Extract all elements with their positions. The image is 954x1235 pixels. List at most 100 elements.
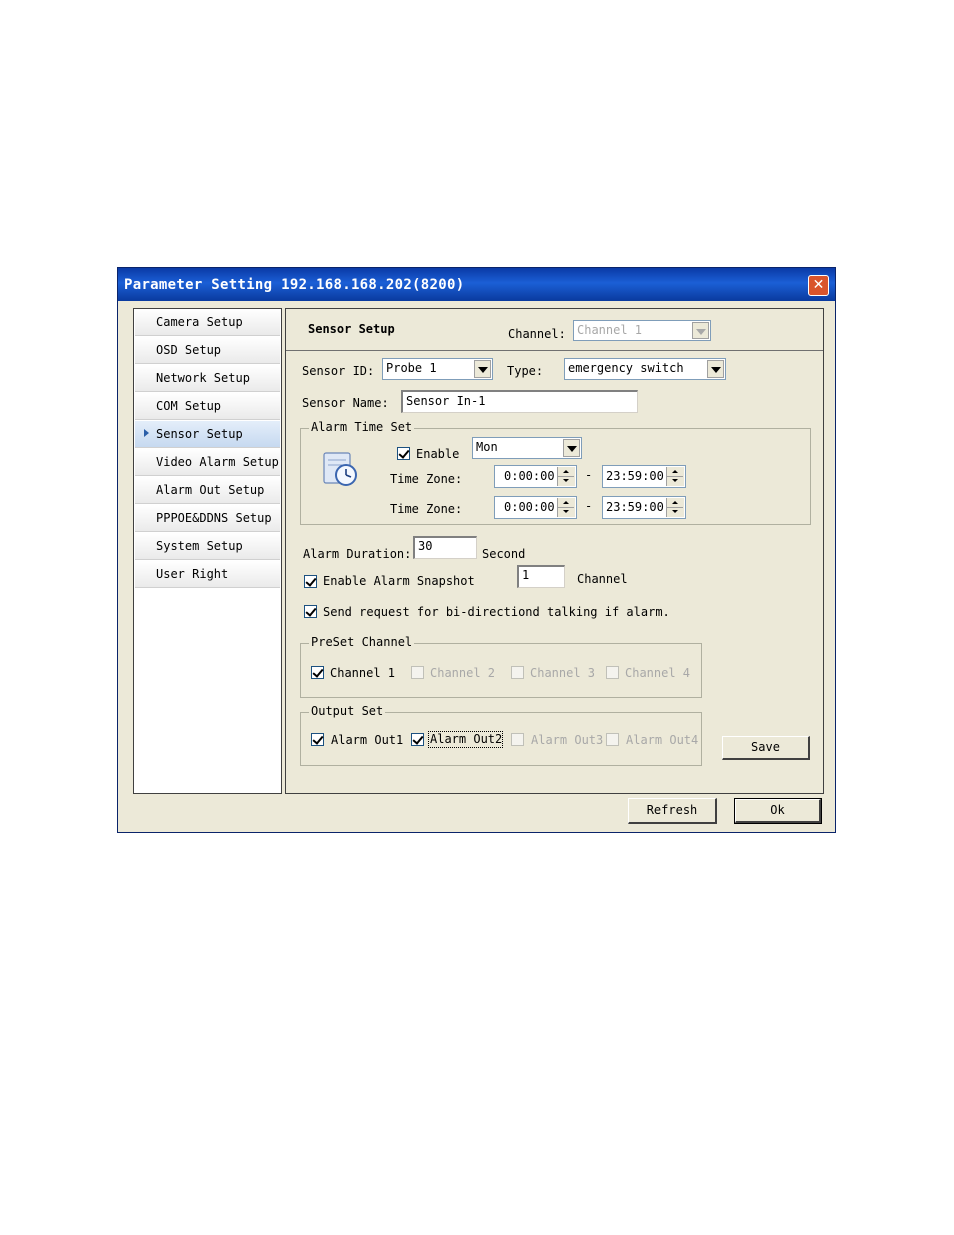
chevron-down-icon: [707, 360, 724, 378]
type-value: emergency switch: [568, 361, 684, 375]
spin-arrows-icon[interactable]: [557, 498, 575, 517]
title-bar[interactable]: Parameter Setting 192.168.168.202(8200) …: [118, 268, 835, 301]
type-label: Type:: [507, 364, 544, 378]
time-separator: -: [585, 499, 593, 513]
parameter-setting-window: Parameter Setting 192.168.168.202(8200) …: [117, 267, 836, 833]
preset-channel-3-label: Channel 3: [530, 666, 596, 680]
refresh-button[interactable]: Refresh: [628, 798, 717, 824]
sidebar-item-com-setup[interactable]: COM Setup: [135, 393, 280, 420]
sensor-id-select[interactable]: Probe 1: [382, 358, 493, 380]
checkmark-icon: [305, 575, 317, 587]
sidebar-item-network-setup[interactable]: Network Setup: [135, 365, 280, 392]
talk-request-label: Send request for bi-directiond talking i…: [323, 605, 670, 619]
sidebar-item-label: User Right: [156, 567, 229, 581]
output-set-group: Output Set Alarm Out1 Alarm Out2 Alarm O…: [300, 704, 702, 766]
sidebar-item-user-right[interactable]: User Right: [135, 561, 280, 588]
sensor-name-label: Sensor Name:: [302, 396, 389, 410]
sidebar-item-sensor-setup[interactable]: Sensor Setup: [135, 421, 280, 448]
channel-select-value: Channel 1: [577, 323, 643, 337]
spin-arrows-icon[interactable]: [557, 467, 575, 486]
spin-arrows-icon[interactable]: [666, 498, 684, 517]
zone2-start-value: 0:00:00: [504, 500, 555, 514]
zone1-start-time[interactable]: 0:00:00: [494, 465, 577, 488]
snapshot-channel-unit: Channel: [577, 572, 628, 586]
checkmark-icon: [305, 605, 317, 617]
alarm-out-2-checkbox[interactable]: [411, 733, 424, 746]
close-button[interactable]: ✕: [808, 275, 829, 296]
chevron-down-icon: [563, 439, 580, 457]
sidebar-item-label: System Setup: [156, 539, 243, 553]
alarm-time-set-group: Alarm Time Set Enable Mon Time Zone: 0:0…: [300, 420, 811, 525]
preset-channel-1-label: Channel 1: [330, 666, 396, 680]
sensor-setup-panel: Sensor Setup Channel: Channel 1 Sensor I…: [285, 308, 824, 794]
preset-channel-4-checkbox[interactable]: [606, 666, 619, 679]
window-title: Parameter Setting 192.168.168.202(8200): [124, 277, 465, 293]
type-select[interactable]: emergency switch: [564, 358, 726, 380]
sidebar-item-label: Video Alarm Setup: [156, 455, 279, 469]
alarm-out-1-label: Alarm Out1: [331, 733, 404, 747]
alarm-duration-unit: Second: [482, 547, 526, 561]
channel-select[interactable]: Channel 1: [573, 320, 711, 341]
alarm-out-3-label: Alarm Out3: [531, 733, 604, 747]
sidebar-item-label: COM Setup: [156, 399, 222, 413]
sidebar-item-video-alarm-setup[interactable]: Video Alarm Setup: [135, 449, 280, 476]
alarm-out-2-label: Alarm Out2: [430, 732, 503, 746]
preset-channel-2-checkbox[interactable]: [411, 666, 424, 679]
selected-arrow-icon: [144, 429, 149, 437]
snapshot-channel-field[interactable]: 1: [517, 565, 565, 588]
preset-channel-2-label: Channel 2: [430, 666, 496, 680]
enable-label: Enable: [416, 447, 460, 461]
talk-request-checkbox[interactable]: [304, 605, 317, 618]
sidebar-item-camera-setup[interactable]: Camera Setup: [135, 309, 280, 336]
chevron-down-icon: [692, 322, 709, 339]
zone2-end-time[interactable]: 23:59:00: [602, 496, 686, 519]
alarm-out-4-label: Alarm Out4: [626, 733, 699, 747]
sidebar-item-label: Camera Setup: [156, 315, 243, 329]
zone2-end-value: 23:59:00: [606, 500, 664, 514]
time-zone-2-label: Time Zone:: [390, 502, 463, 516]
zone1-end-value: 23:59:00: [606, 469, 664, 483]
alarm-out-3-checkbox[interactable]: [511, 733, 524, 746]
close-icon: ✕: [812, 277, 825, 293]
day-select[interactable]: Mon: [472, 437, 582, 459]
channel-label: Channel:: [508, 327, 566, 341]
sidebar-item-label: OSD Setup: [156, 343, 222, 357]
zone1-start-value: 0:00:00: [504, 469, 555, 483]
enable-checkbox[interactable]: [397, 447, 410, 460]
header-divider: [286, 350, 823, 351]
sidebar-item-pppoe-ddns-setup[interactable]: PPPOE&DDNS Setup: [135, 505, 280, 532]
snapshot-checkbox[interactable]: [304, 575, 317, 588]
schedule-clock-icon: [323, 452, 357, 486]
alarm-duration-field[interactable]: 30: [413, 536, 477, 559]
checkmark-icon: [412, 733, 424, 745]
sidebar-item-label: Sensor Setup: [156, 427, 243, 441]
checkmark-icon: [398, 447, 410, 459]
sidebar-item-label: Alarm Out Setup: [156, 483, 265, 497]
alarm-out-4-checkbox[interactable]: [606, 733, 619, 746]
preset-channel-3-checkbox[interactable]: [511, 666, 524, 679]
ok-button[interactable]: Ok: [734, 798, 822, 824]
sidebar-item-system-setup[interactable]: System Setup: [135, 533, 280, 560]
time-zone-1-label: Time Zone:: [390, 472, 463, 486]
alarm-out-1-checkbox[interactable]: [311, 733, 324, 746]
alarm-duration-label: Alarm Duration:: [303, 547, 412, 561]
save-button[interactable]: Save: [722, 736, 810, 760]
sidebar-item-osd-setup[interactable]: OSD Setup: [135, 337, 280, 364]
day-select-value: Mon: [476, 440, 498, 454]
preset-channel-group: PreSet Channel Channel 1 Channel 2 Chann…: [300, 635, 702, 698]
sensor-name-field[interactable]: Sensor In-1: [401, 390, 638, 413]
preset-channel-4-label: Channel 4: [625, 666, 691, 680]
zone2-start-time[interactable]: 0:00:00: [494, 496, 577, 519]
snapshot-label: Enable Alarm Snapshot: [323, 574, 475, 588]
sidebar-item-label: Network Setup: [156, 371, 250, 385]
preset-channel-title: PreSet Channel: [309, 635, 415, 649]
page-title: Sensor Setup: [308, 322, 395, 336]
output-set-title: Output Set: [309, 704, 386, 718]
spin-arrows-icon[interactable]: [666, 467, 684, 486]
sidebar-item-alarm-out-setup[interactable]: Alarm Out Setup: [135, 477, 280, 504]
alarm-time-set-title: Alarm Time Set: [309, 420, 415, 434]
checkmark-icon: [312, 666, 324, 678]
zone1-end-time[interactable]: 23:59:00: [602, 465, 686, 488]
sidebar-item-label: PPPOE&DDNS Setup: [156, 511, 272, 525]
preset-channel-1-checkbox[interactable]: [311, 666, 324, 679]
